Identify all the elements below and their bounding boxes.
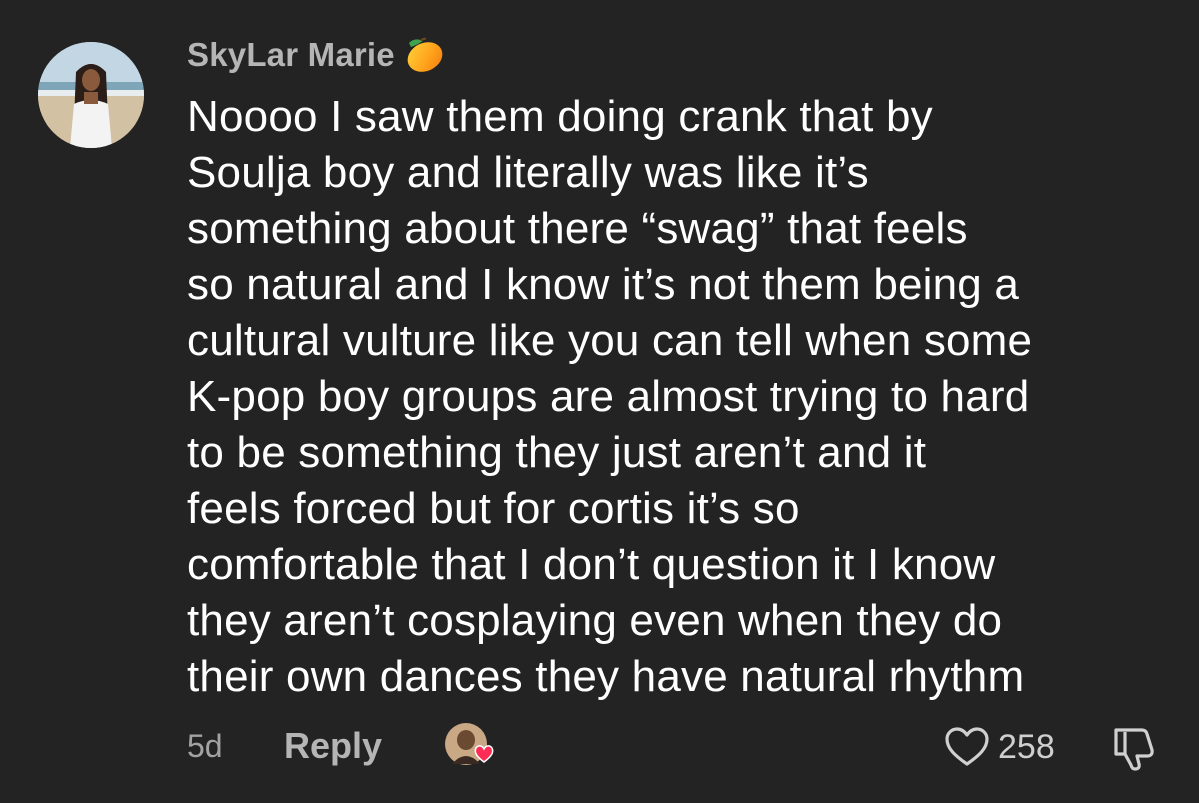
comment-footer: 5d Reply 258: [0, 720, 1199, 776]
comment-line: feels forced but for cortis it’s so: [187, 484, 800, 533]
comment-text: Noooo I saw them doing crank that by Sou…: [187, 89, 1187, 705]
like-button[interactable]: 258: [944, 726, 1055, 768]
like-count: 258: [998, 727, 1055, 766]
comment-line: cultural vulture like you can tell when …: [187, 316, 1033, 365]
username-row: SkyLar Marie: [187, 32, 447, 78]
comment-line: Noooo I saw them doing crank that by: [187, 92, 933, 141]
mango-emoji-icon: [407, 37, 443, 72]
timestamp: 5d: [187, 728, 223, 764]
comment-line: their own dances they have natural rhyth…: [187, 652, 1025, 701]
creator-heart-icon: [445, 723, 494, 765]
comment-line: comfortable that I don’t question it I k…: [187, 540, 996, 589]
comment: SkyLar Marie Noooo I saw them doing cran…: [0, 0, 1199, 803]
user-avatar[interactable]: [38, 42, 144, 148]
heart-outline-icon: [945, 727, 989, 766]
avatar-photo: [38, 42, 144, 148]
thumbs-down-icon[interactable]: [1110, 726, 1160, 772]
comment-line: to be something they just aren’t and it: [187, 428, 927, 477]
comment-line: something about there “swag” that feels: [187, 204, 968, 253]
comment-line: they aren’t cosplaying even when they do: [187, 596, 1003, 645]
comment-line: so natural and I know it’s not them bein…: [187, 260, 1020, 309]
comment-line: K-pop boy groups are almost trying to ha…: [187, 372, 1030, 421]
username[interactable]: SkyLar Marie: [187, 36, 395, 74]
reply-button[interactable]: Reply: [284, 725, 382, 767]
comment-line: Soulja boy and literally was like it’s: [187, 148, 869, 197]
